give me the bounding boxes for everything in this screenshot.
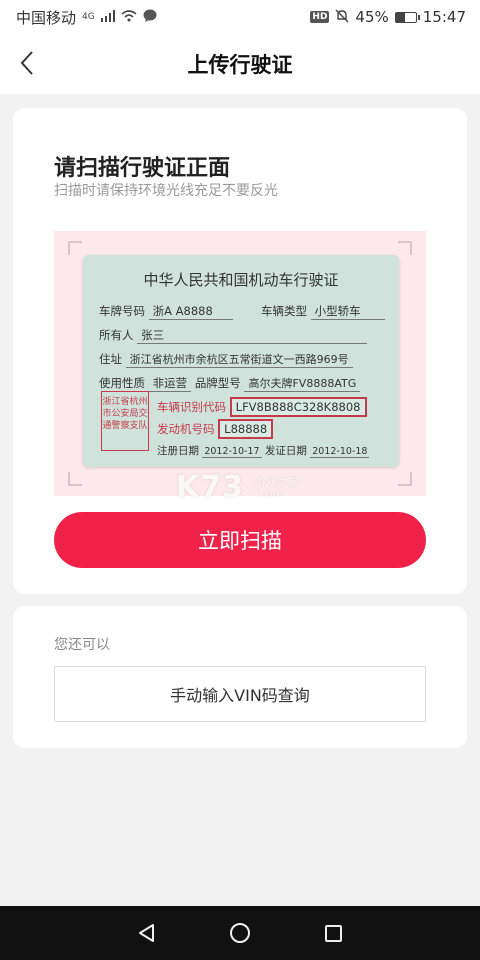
license-row-type: 车辆类型 小型轿车 [261, 303, 385, 320]
status-bar: 中国移动 4G HD 45% 15:47 [0, 0, 480, 34]
license-row-owner: 所有人 张三 [99, 327, 368, 344]
address-label: 住址 [99, 352, 122, 366]
network-type: 4G [82, 12, 95, 22]
license-row-usage: 使用性质 非运营 品牌型号 高尔夫牌FV8888ATG [99, 375, 361, 392]
scan-now-button[interactable]: 立即扫描 [54, 512, 426, 568]
system-recents-button[interactable] [313, 913, 353, 953]
square-recents-icon [324, 924, 342, 942]
usage-label: 使用性质 [99, 376, 145, 390]
frame-corner [68, 472, 82, 486]
chevron-left-icon [20, 51, 33, 75]
owner-label: 所有人 [99, 328, 134, 342]
license-row-engine: 发动机号码 L88888 [157, 419, 274, 439]
scan-title: 请扫描行驶证正面 [54, 156, 231, 181]
owner-value: 张三 [137, 327, 368, 344]
frame-corner [398, 241, 412, 255]
vin-value: LFV8B888C328K8808 [229, 397, 367, 417]
scan-card: 请扫描行驶证正面 扫描时请保持环境光线充足不要反光 中华人民共和国机动车行驶证 … [13, 108, 467, 594]
plate-value: 浙A A8888 [148, 303, 233, 320]
reg-date-value: 2012-10-17 [202, 446, 262, 458]
triangle-back-icon [138, 924, 154, 942]
frame-corner [398, 472, 412, 486]
battery-percent: 45% [355, 8, 389, 26]
license-sample-image: 中华人民共和国机动车行驶证 车牌号码 浙A A8888 车辆类型 小型轿车 所有… [83, 255, 399, 467]
type-value: 小型轿车 [310, 303, 385, 320]
circle-home-icon [229, 923, 250, 943]
scan-subtitle: 扫描时请保持环境光线充足不要反光 [54, 183, 278, 199]
alternative-card: 您还可以 手动输入VIN码查询 [13, 606, 467, 748]
system-home-button[interactable] [220, 913, 260, 953]
issue-date-value: 2012-10-18 [310, 446, 370, 458]
license-title: 中华人民共和国机动车行驶证 [143, 271, 339, 289]
address-value: 浙江省杭州市余杭区五常街道文一西路969号 [125, 351, 353, 368]
issue-date-label: 发证日期 [264, 445, 307, 457]
usage-value: 非运营 [148, 375, 192, 392]
page-title: 上传行驶证 [187, 53, 293, 77]
mute-bell-icon [335, 9, 349, 26]
license-row-dates: 注册日期 2012-10-17 发证日期 2012-10-18 [157, 443, 370, 458]
nav-bar: 上传行驶证 [0, 34, 480, 94]
watermark-sub1: 游戏之家 [255, 477, 300, 489]
hd-icon: HD [310, 11, 330, 23]
carrier-label: 中国移动 [16, 8, 77, 27]
alternative-label: 您还可以 [54, 637, 110, 653]
license-row-address: 住址 浙江省杭州市余杭区五常街道文一西路969号 [99, 351, 353, 368]
model-label: 品牌型号 [194, 376, 241, 390]
license-row-vin: 车辆识别代码 LFV8B888C328K8808 [157, 397, 367, 417]
police-seal: 浙江省杭州市公安局交通警察支队 [101, 391, 149, 451]
system-nav-bar [0, 906, 480, 960]
system-back-button[interactable] [127, 913, 167, 953]
frame-corner [68, 241, 82, 255]
type-label: 车辆类型 [261, 304, 307, 318]
signal-icon [100, 9, 115, 25]
scan-frame[interactable]: 中华人民共和国机动车行驶证 车牌号码 浙A A8888 车辆类型 小型轿车 所有… [54, 231, 426, 496]
vin-label: 车辆识别代码 [157, 400, 226, 414]
wifi-icon [121, 9, 137, 25]
manual-vin-button[interactable]: 手动输入VIN码查询 [54, 666, 426, 722]
license-row-plate: 车牌号码 浙A A8888 [99, 303, 233, 320]
model-value: 高尔夫牌FV8888ATG [244, 375, 361, 392]
message-icon [143, 9, 157, 25]
plate-label: 车牌号码 [99, 304, 145, 318]
watermark-logo: K73 游戏之家 .com [176, 470, 299, 505]
reg-date-label: 注册日期 [157, 445, 199, 457]
battery-icon [394, 11, 420, 23]
back-button[interactable] [12, 48, 42, 78]
engine-value: L88888 [218, 419, 274, 439]
engine-label: 发动机号码 [157, 422, 215, 436]
clock: 15:47 [422, 8, 466, 26]
watermark-sub2: .com [255, 488, 284, 500]
watermark-brand: K73 [176, 470, 244, 505]
